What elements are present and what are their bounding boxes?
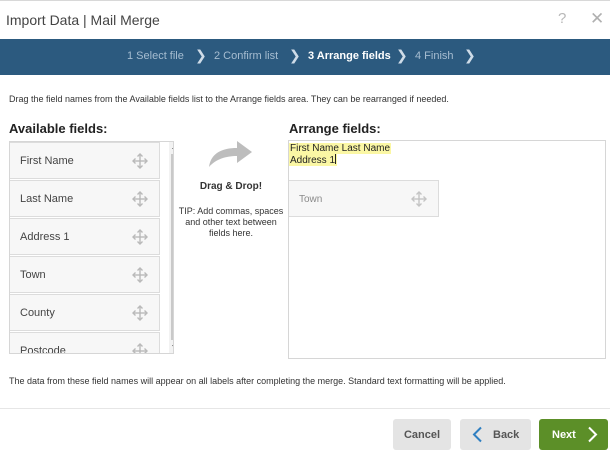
field-label: First Name: [20, 155, 74, 167]
instructions-text: Drag the field names from the Available …: [9, 94, 449, 104]
chevron-right-icon: ❯: [289, 47, 301, 63]
arrange-fields-heading: Arrange fields:: [289, 121, 381, 136]
chevron-right-icon: ❯: [396, 47, 408, 63]
chevron-right-icon: [587, 426, 598, 446]
arranged-line-2[interactable]: Address 1: [289, 154, 338, 166]
arrange-fields-area[interactable]: First Name Last Name Address 1 Town: [288, 140, 606, 359]
field-label: Postcode: [20, 345, 66, 354]
field-item-town[interactable]: Town: [10, 256, 160, 293]
field-label: Town: [20, 269, 46, 281]
footnote-text: The data from these field names will app…: [9, 376, 506, 386]
scroll-up-arrow-icon[interactable]: [172, 145, 173, 149]
step-arrange-fields[interactable]: 3 Arrange fields: [308, 50, 391, 62]
curved-arrow-icon: [206, 139, 254, 174]
chevron-right-icon: ❯: [464, 47, 476, 63]
move-icon[interactable]: [131, 190, 149, 213]
scroll-down-arrow-icon[interactable]: [172, 345, 173, 349]
field-label: Town: [299, 194, 323, 205]
next-button-label: Next: [552, 429, 576, 441]
dialog-title: Import Data | Mail Merge: [6, 12, 160, 28]
list-scrollbar[interactable]: [169, 142, 173, 353]
arranged-line-1[interactable]: First Name Last Name: [289, 143, 392, 154]
chevron-right-icon: ❯: [195, 47, 207, 63]
chevron-left-icon: [471, 426, 483, 446]
step-finish[interactable]: 4 Finish: [415, 50, 454, 62]
placed-field-town[interactable]: Town: [289, 180, 439, 217]
cancel-button-label: Cancel: [403, 429, 441, 441]
arranged-line-2-text: Address 1: [290, 155, 336, 166]
step-select-file[interactable]: 1 Select file: [127, 50, 184, 62]
move-icon[interactable]: [131, 342, 149, 353]
scrollbar-thumb[interactable]: [171, 154, 173, 340]
close-button[interactable]: ✕: [590, 9, 604, 29]
drag-drop-tip: TIP: Add commas, spaces and other text b…: [178, 206, 284, 238]
move-icon[interactable]: [131, 304, 149, 327]
field-item-postcode[interactable]: Postcode: [10, 332, 160, 354]
field-item-address-1[interactable]: Address 1: [10, 218, 160, 255]
field-label: Last Name: [20, 193, 74, 205]
next-button[interactable]: Next: [539, 419, 608, 450]
help-button[interactable]: ?: [558, 10, 566, 27]
move-icon[interactable]: [131, 152, 149, 175]
move-icon[interactable]: [410, 190, 428, 213]
step-confirm-list[interactable]: 2 Confirm list: [214, 50, 278, 62]
field-item-last-name[interactable]: Last Name: [10, 180, 160, 217]
move-icon[interactable]: [131, 228, 149, 251]
field-label: Address 1: [20, 231, 70, 243]
back-button-label: Back: [493, 429, 520, 441]
field-item-county[interactable]: County: [10, 294, 160, 331]
field-item-first-name[interactable]: First Name: [10, 142, 160, 179]
available-fields-list[interactable]: First Name Last Name Address 1 Town Coun…: [9, 141, 174, 354]
available-fields-heading: Available fields:: [9, 121, 108, 136]
text-caret: [335, 154, 337, 164]
cancel-button[interactable]: Cancel: [393, 419, 451, 450]
field-label: County: [20, 307, 55, 319]
wizard-steps: 1 Select file ❯ 2 Confirm list ❯ 3 Arran…: [0, 39, 610, 75]
move-icon[interactable]: [131, 266, 149, 289]
footer-divider: [0, 408, 610, 409]
back-button[interactable]: Back: [460, 419, 531, 450]
dialog-titlebar: Import Data | Mail Merge ? ✕: [0, 0, 610, 39]
drag-drop-title: Drag & Drop!: [199, 181, 263, 192]
